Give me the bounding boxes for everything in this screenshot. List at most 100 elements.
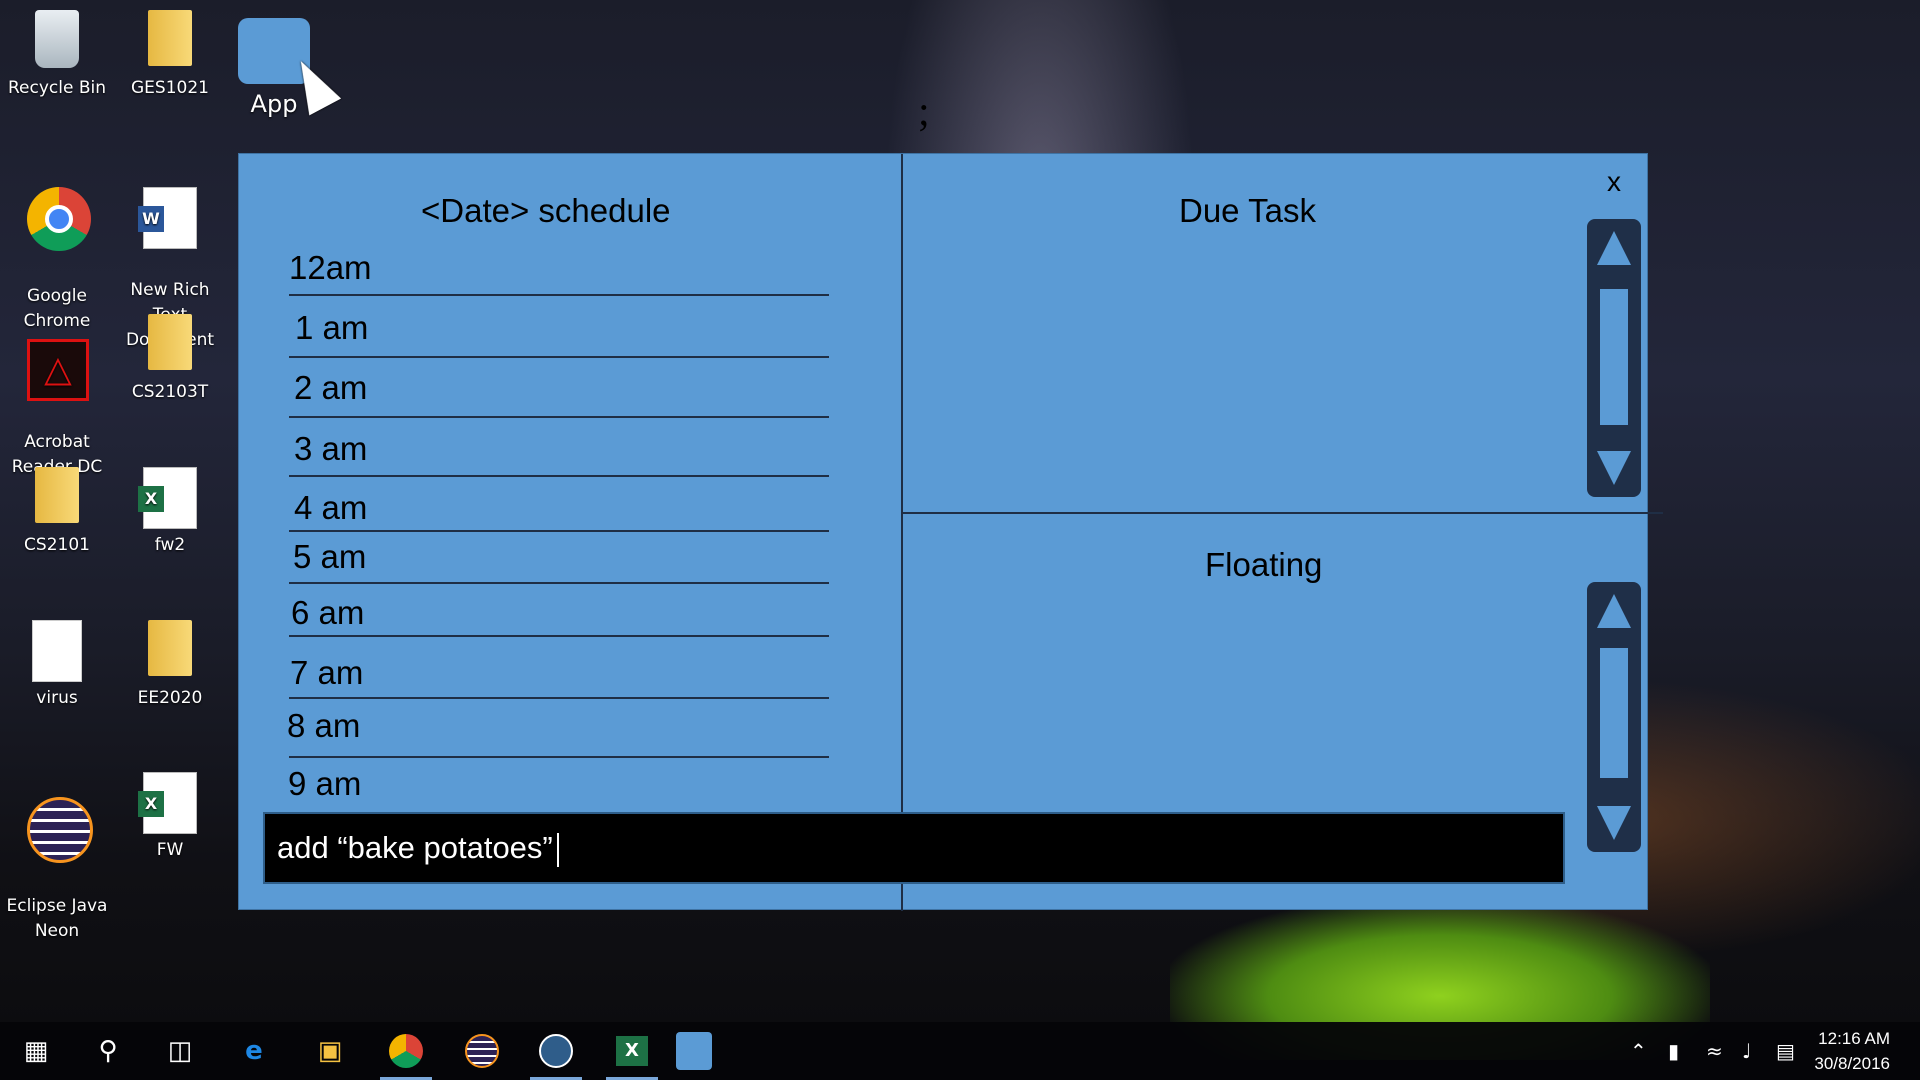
folder-icon: [148, 10, 192, 66]
eclipse-icon: [465, 1034, 499, 1068]
text-caret: [556, 832, 559, 867]
desktop-icon-label: Eclipse Java Neon: [6, 896, 108, 941]
desktop-icon-label: Recycle Bin: [7, 78, 106, 98]
desktop-icon-label: CS2103T: [131, 382, 209, 402]
chrome-icon: [389, 1034, 423, 1068]
excel-icon: X: [138, 772, 197, 834]
command-input[interactable]: add “bake potatoes”: [263, 812, 1565, 884]
desktop-icon-label: CS2101: [24, 535, 90, 555]
floating-scrollbar[interactable]: [1587, 582, 1641, 852]
column-divider: [901, 154, 903, 911]
taskbar: ▦ ⚲ ◫ e ▣ X ⌃ ▮ ≈ ♩ ▤ 12:16 AM 30/8/2016: [0, 1022, 1920, 1080]
scroll-down-icon[interactable]: [1597, 451, 1631, 485]
tray-show-hidden[interactable]: ⌃: [1630, 1022, 1647, 1080]
time-slot-label: 4 am: [294, 489, 368, 526]
taskbar-excel[interactable]: X: [600, 1022, 664, 1080]
windows-start-icon: ▦: [23, 1036, 49, 1066]
battery-icon: ▮: [1668, 1039, 1680, 1063]
command-text: add “bake potatoes”: [277, 830, 553, 865]
volume-icon: ♩: [1742, 1039, 1752, 1063]
start-button[interactable]: ▦: [4, 1022, 68, 1080]
taskbar-app2[interactable]: [524, 1022, 588, 1080]
taskbar-file-explorer[interactable]: ▣: [298, 1022, 362, 1080]
time-slot-line: [289, 530, 829, 532]
due-task-title: Due Task: [1179, 192, 1316, 229]
app-icon: [676, 1032, 712, 1070]
action-center-icon: ▤: [1776, 1039, 1795, 1063]
desktop-icon-eclipse[interactable]: Eclipse Java Neon: [5, 772, 109, 969]
excel-icon: X: [138, 467, 197, 529]
folder-icon: [35, 467, 79, 523]
time-slot-label: 8 am: [287, 707, 361, 744]
desktop-icon-cs2101[interactable]: CS2101: [5, 467, 109, 558]
tray-volume[interactable]: ♩: [1742, 1022, 1751, 1080]
desktop-icon-fw[interactable]: X FW: [118, 772, 222, 863]
search-button[interactable]: ⚲: [76, 1022, 140, 1080]
time-slot-label: 12am: [289, 249, 372, 286]
time-slot-line: [289, 294, 829, 296]
scroll-down-icon[interactable]: [1597, 806, 1631, 840]
desktop-icon-label: GES1021: [131, 78, 209, 98]
taskbar-clock[interactable]: 12:16 AM 30/8/2016: [1814, 1026, 1890, 1076]
task-view-icon: ◫: [167, 1036, 193, 1066]
desktop-icon-label: fw2: [154, 535, 186, 555]
taskbar-edge[interactable]: e: [222, 1022, 286, 1080]
eclipse-icon: [27, 797, 93, 863]
desktop-icon-label: FW: [156, 840, 184, 860]
scroll-up-icon[interactable]: [1597, 594, 1631, 628]
taskbar-chrome[interactable]: [374, 1022, 438, 1080]
time-slot-line: [289, 635, 829, 637]
pdf-folder-icon: [148, 620, 192, 676]
due-task-scrollbar[interactable]: [1587, 219, 1641, 497]
floating-title: Floating: [1205, 546, 1323, 583]
desktop-icon-cs2103t[interactable]: CS2103T: [118, 314, 222, 405]
tray-battery[interactable]: ▮: [1668, 1022, 1679, 1080]
close-button[interactable]: x: [1607, 166, 1621, 198]
stray-text: ;: [918, 89, 930, 135]
desktop-icon-ges1021[interactable]: GES1021: [118, 10, 222, 101]
time-slot-line: [289, 582, 829, 584]
chevron-up-icon: ⌃: [1630, 1039, 1647, 1063]
desktop-icon-label: virus: [36, 688, 78, 708]
word-document-icon: W: [138, 187, 197, 249]
task-view-button[interactable]: ◫: [148, 1022, 212, 1080]
time-slot-line: [289, 416, 829, 418]
tray-network[interactable]: ≈: [1706, 1022, 1723, 1080]
file-explorer-icon: ▣: [317, 1036, 343, 1066]
tray-notifications[interactable]: ▤: [1776, 1022, 1795, 1080]
scroll-thumb[interactable]: [1600, 289, 1628, 425]
desktop-icon-recycle-bin[interactable]: Recycle Bin: [5, 10, 109, 101]
search-icon: ⚲: [98, 1036, 118, 1066]
edge-icon: e: [245, 1036, 263, 1066]
scheduler-window: <Date> schedule Due Task Floating x 12am…: [238, 153, 1663, 911]
acrobat-icon: △: [27, 339, 89, 401]
time-slot-label: 9 am: [288, 765, 362, 802]
time-slot-label: 2 am: [294, 369, 368, 406]
wifi-icon: ≈: [1706, 1039, 1723, 1063]
recycle-bin-icon: [35, 10, 79, 68]
desktop-icon-label: EE2020: [137, 688, 203, 708]
desktop-icon-ee2020[interactable]: EE2020: [118, 620, 222, 711]
time-slot-label: 3 am: [294, 430, 368, 467]
time-slot-label: 5 am: [293, 538, 367, 575]
app2-icon: [539, 1034, 573, 1068]
clock-time: 12:16 AM: [1818, 1029, 1890, 1048]
taskbar-app[interactable]: [662, 1022, 726, 1080]
taskbar-eclipse[interactable]: [450, 1022, 514, 1080]
time-slot-label: 7 am: [290, 654, 364, 691]
desktop-icon-virus[interactable]: virus: [5, 620, 109, 711]
time-slot-line: [289, 356, 829, 358]
scroll-up-icon[interactable]: [1597, 231, 1631, 265]
time-slot-line: [289, 756, 829, 758]
schedule-title: <Date> schedule: [421, 192, 671, 229]
time-slot-label: 6 am: [291, 594, 365, 631]
scroll-thumb[interactable]: [1600, 648, 1628, 778]
chrome-icon: [27, 187, 91, 251]
time-slot-label: 1 am: [295, 309, 369, 346]
clock-date: 30/8/2016: [1814, 1054, 1890, 1073]
panel-divider: [903, 512, 1663, 514]
excel-icon: X: [616, 1036, 648, 1066]
folder-icon: [148, 314, 192, 370]
desktop-icon-fw2[interactable]: X fw2: [118, 467, 222, 558]
time-slot-line: [289, 475, 829, 477]
